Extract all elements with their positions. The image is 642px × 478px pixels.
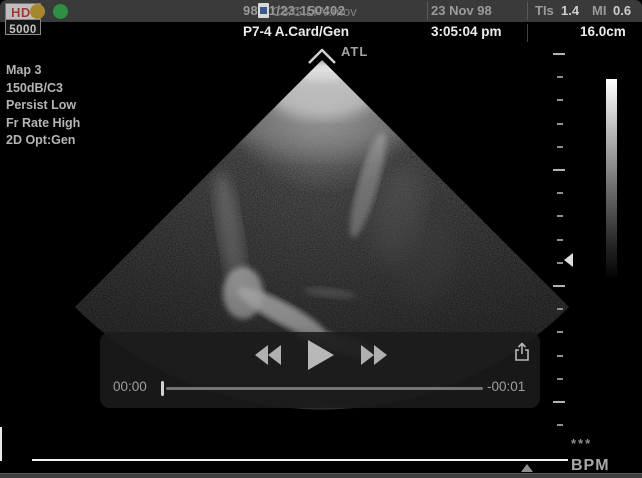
fast-forward-button[interactable] xyxy=(361,345,387,365)
ruler-tick xyxy=(557,424,563,426)
param-dynamic-range: 150dB/C3 xyxy=(6,80,80,98)
grayscale-bar xyxy=(606,79,617,277)
param-map: Map 3 xyxy=(6,62,80,80)
movie-file-icon xyxy=(258,3,269,18)
ruler-tick xyxy=(557,192,563,194)
timeline-scrubber[interactable] xyxy=(166,387,483,390)
heart-rate-value: *** xyxy=(571,436,592,451)
window-bottom-edge xyxy=(0,473,642,478)
ecg-sweep-marker-icon xyxy=(521,464,533,472)
ruler-tick xyxy=(557,99,563,101)
ruler-tick xyxy=(553,53,565,55)
ecg-trace xyxy=(32,459,568,461)
param-2d-opt: 2D Opt:Gen xyxy=(6,132,80,150)
ruler-tick xyxy=(557,308,563,310)
ruler-tick xyxy=(553,169,565,171)
focus-marker-icon xyxy=(564,253,573,267)
atl-watermark: ATL xyxy=(341,44,368,59)
minimize-button[interactable] xyxy=(30,4,45,19)
rewind-icon xyxy=(255,345,268,365)
share-button[interactable] xyxy=(512,342,532,362)
quicktime-player-window: 98/11/23:150402 C3/GILI-V.mov 23 Nov 98 … xyxy=(0,0,642,478)
titlebar-divider xyxy=(527,2,528,20)
elapsed-time: 00:00 xyxy=(113,379,147,394)
window-title: C3/GILI-V.mov xyxy=(272,4,357,19)
ruler-tick xyxy=(557,331,563,333)
param-persist: Persist Low xyxy=(6,97,80,115)
ruler-tick xyxy=(557,355,563,357)
ruler-tick xyxy=(557,123,563,125)
imaging-parameters: Map 3 150dB/C3 Persist Low Fr Rate High … xyxy=(6,62,80,150)
status-divider xyxy=(527,24,528,42)
param-frame-rate: Fr Rate High xyxy=(6,115,80,133)
title-bar[interactable]: 98/11/23:150402 C3/GILI-V.mov 23 Nov 98 … xyxy=(0,0,642,22)
mi-label: MI xyxy=(592,3,606,18)
depth-value: 16.0cm xyxy=(580,24,626,39)
ruler-tick xyxy=(553,401,565,403)
ruler-tick xyxy=(557,76,563,78)
playhead-handle[interactable] xyxy=(161,381,164,396)
ruler-tick xyxy=(557,378,563,380)
fast-forward-icon xyxy=(361,345,374,365)
ecg-left-edge xyxy=(0,427,2,461)
zoom-button[interactable] xyxy=(53,4,68,19)
mi-value: 0.6 xyxy=(613,3,631,18)
play-button[interactable] xyxy=(308,340,334,370)
share-icon xyxy=(512,342,532,362)
ruler-tick xyxy=(553,285,565,287)
fast-forward-icon xyxy=(374,345,387,365)
rewind-button[interactable] xyxy=(255,345,281,365)
tis-label: TIs xyxy=(535,3,554,18)
status-row: P7-4 A.Card/Gen 3:05:04 pm 16.0cm xyxy=(0,22,642,44)
ruler-tick xyxy=(557,146,563,148)
remaining-time: -00:01 xyxy=(487,379,525,394)
tis-value: 1.4 xyxy=(561,3,579,18)
exam-time: 3:05:04 pm xyxy=(431,24,502,39)
ruler-tick xyxy=(557,215,563,217)
rewind-icon xyxy=(268,345,281,365)
hdi-5000-label: 5000 xyxy=(5,19,41,35)
titlebar-divider xyxy=(427,2,428,20)
depth-ruler xyxy=(553,53,566,433)
ruler-tick xyxy=(557,239,563,241)
ruler-tick xyxy=(557,262,563,264)
exam-date: 23 Nov 98 xyxy=(431,3,492,18)
probe-preset: P7-4 A.Card/Gen xyxy=(243,24,349,39)
